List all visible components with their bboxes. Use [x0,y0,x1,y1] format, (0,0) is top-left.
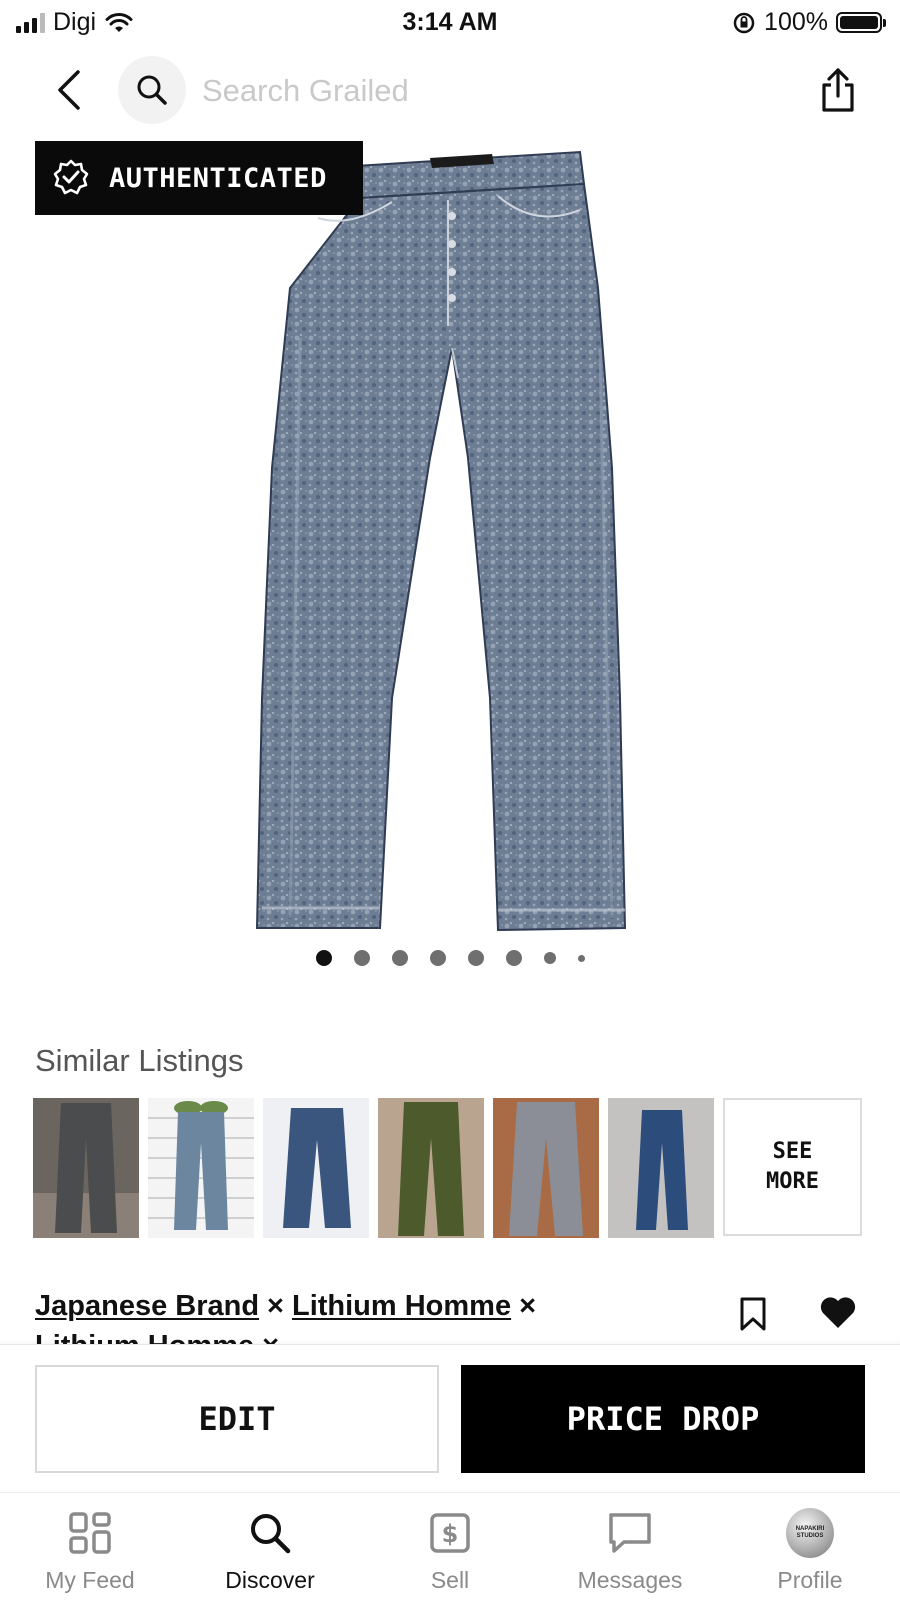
carousel-dot[interactable] [315,950,332,966]
similar-listings-title: Similar Listings [35,1043,244,1078]
carousel-dot[interactable] [429,950,446,966]
bookmark-icon[interactable] [738,1296,768,1332]
designer-separator: × [519,1290,537,1322]
edit-button[interactable]: EDIT [35,1365,439,1473]
search-icon [251,1514,291,1554]
listing-photo [263,1098,369,1238]
similar-listings-row: SEE MORE [33,1098,862,1238]
designer-names-overflow: Lithium Homme × [35,1330,279,1344]
top-nav [0,54,900,128]
heart-icon[interactable] [818,1294,858,1330]
similar-listing-thumb[interactable] [263,1098,369,1238]
designer-link[interactable]: Lithium Homme [292,1290,511,1322]
authenticated-badge: AUTHENTICATED [35,141,363,215]
tab-messages[interactable]: Messages [540,1493,720,1601]
carousel-dot[interactable] [467,950,484,966]
tab-label: My Feed [45,1567,135,1593]
jeans-product-image [255,150,627,932]
listing-photo [378,1098,484,1238]
carousel-dot[interactable] [577,955,585,962]
designer-separator: × [267,1290,284,1322]
search-button[interactable] [118,56,186,124]
authenticated-label: AUTHENTICATED [109,162,327,194]
carousel-dot[interactable] [391,950,408,966]
listing-photo [148,1098,254,1238]
dollar-tag-icon: $ [430,1513,470,1553]
tab-profile[interactable]: NAPAKIRI STUDIOS Profile [720,1493,900,1601]
tab-label: Sell [430,1567,470,1593]
designer-link[interactable]: Japanese Brand [35,1290,259,1322]
similar-listing-thumb[interactable] [148,1098,254,1238]
carousel-dot[interactable] [543,952,556,964]
tab-label: Discover [225,1567,315,1593]
svg-text:$: $ [442,1520,459,1548]
avatar-text: NAPAKIRI STUDIOS [795,1526,825,1539]
tab-label: Profile [777,1567,843,1593]
similar-listing-thumb[interactable] [378,1098,484,1238]
carousel-pagination [0,950,900,966]
similar-listing-thumb[interactable] [493,1098,599,1238]
status-right: 100% [732,8,886,37]
search-input[interactable] [200,68,764,114]
verified-check-icon [53,159,89,195]
see-more-label: SEE MORE [766,1139,819,1194]
tab-my-feed[interactable]: My Feed [0,1493,180,1601]
chat-bubble-icon [609,1513,651,1553]
avatar: NAPAKIRI STUDIOS [786,1508,834,1558]
battery-percent: 100% [764,8,828,36]
carousel-dot[interactable] [353,950,370,966]
tab-label: Messages [577,1567,683,1593]
price-drop-button[interactable]: PRICE DROP [461,1365,865,1473]
action-bar: EDIT PRICE DROP [0,1344,900,1493]
similar-listing-thumb[interactable] [608,1098,714,1238]
status-bar: Digi 3:14 AM 100% [0,0,900,46]
listing-photo [33,1098,139,1238]
back-chevron-icon[interactable] [50,68,90,112]
grid-icon [69,1512,111,1554]
tab-bar: My Feed Discover $ Sell Messages NAPAKIR… [0,1492,900,1601]
see-more-button[interactable]: SEE MORE [723,1098,862,1236]
listing-photo [493,1098,599,1238]
product-image-carousel[interactable] [0,138,900,958]
designer-link[interactable]: Lithium Homme × [35,1330,279,1344]
listing-photo [608,1098,714,1238]
share-icon[interactable] [818,66,858,114]
similar-listing-thumb[interactable] [33,1098,139,1238]
battery-icon [836,12,886,33]
search-icon [137,75,167,105]
orientation-lock-icon [733,12,755,33]
tab-sell[interactable]: $ Sell [360,1493,540,1601]
designer-names: Japanese Brand × Lithium Homme × [35,1290,544,1323]
carousel-dot[interactable] [505,950,522,966]
tab-discover[interactable]: Discover [180,1493,360,1601]
